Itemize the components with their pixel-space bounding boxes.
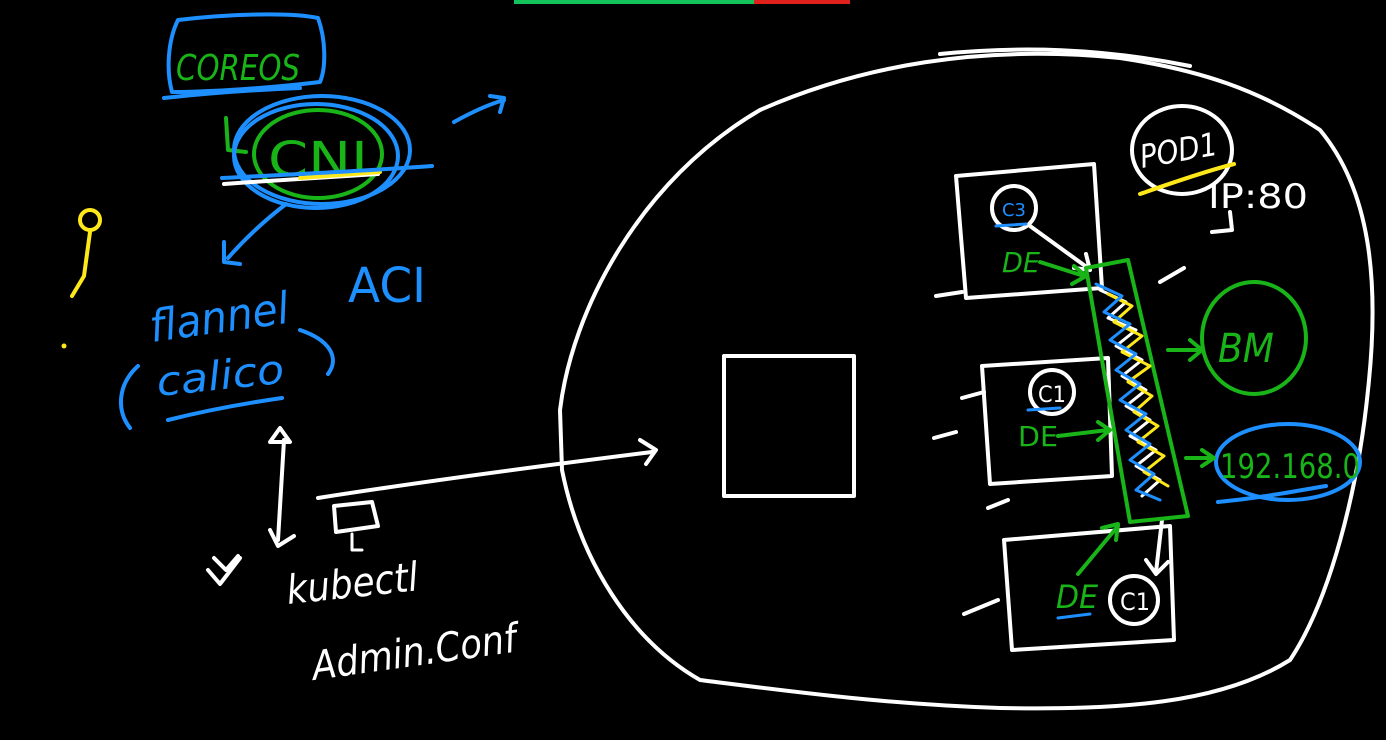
kubectl-label: kubectl <box>284 554 420 614</box>
check-icon <box>206 554 242 586</box>
calico-paren-left <box>118 364 140 430</box>
c1b-label: C1 <box>1120 588 1150 616</box>
flannel-label: flannel <box>146 283 292 353</box>
calico-label: calico <box>154 347 286 406</box>
kubectl-to-cluster-arrow <box>316 438 658 500</box>
whiteboard-canvas: COREOS CNI flannel calico ACI kubectl Ad… <box>61 12 1375 711</box>
de3-label: DE <box>1056 578 1099 616</box>
aci-label: ACI <box>348 258 426 314</box>
pod1-label: POD1 <box>1137 125 1220 176</box>
c1a-underline <box>1026 406 1062 412</box>
de2-arrow <box>1056 420 1112 442</box>
master-node-box <box>722 354 856 498</box>
cni-arrow-down <box>222 202 288 266</box>
worker-node-1-tick <box>934 290 964 298</box>
cluster-outline <box>558 51 1375 711</box>
kubectl-box <box>332 500 380 534</box>
calico-paren-right <box>298 328 335 376</box>
flannel-calico-group: flannel calico ACI <box>118 258 426 430</box>
bm-label: BM <box>1218 326 1274 372</box>
c3-label: C3 <box>1002 200 1026 221</box>
worker-node-3-ticks <box>962 266 1186 616</box>
ip-label: 192.168.0 <box>1220 447 1360 487</box>
c1a-label: C1 <box>1038 383 1066 408</box>
de1-arrow <box>1038 260 1088 286</box>
coreos-label: COREOS <box>176 48 300 89</box>
network-bridge <box>1084 258 1190 524</box>
cni-arrow-right <box>452 94 506 124</box>
key-icon <box>61 208 102 349</box>
kubectl-group: kubectl Admin.Conf <box>284 438 658 690</box>
bm-arrow <box>1166 338 1204 362</box>
port-label: IP:80 <box>1208 177 1308 217</box>
coreos-group: COREOS <box>162 12 327 100</box>
kubectl-stem <box>350 532 364 552</box>
worker-node-2-ticks <box>932 390 986 440</box>
admin-conf-label: Admin.Conf <box>306 615 524 690</box>
de1-label: DE <box>1002 246 1040 279</box>
cluster-group: POD1 IP:80 C3 C1 C1 DE DE DE BM 192.168.… <box>558 47 1375 711</box>
vertical-arrow <box>268 426 296 548</box>
ip-arrow <box>1184 448 1216 468</box>
cni-group: CNI <box>220 94 506 266</box>
de2-label: DE <box>1018 420 1058 453</box>
c3-underline <box>994 222 1028 228</box>
